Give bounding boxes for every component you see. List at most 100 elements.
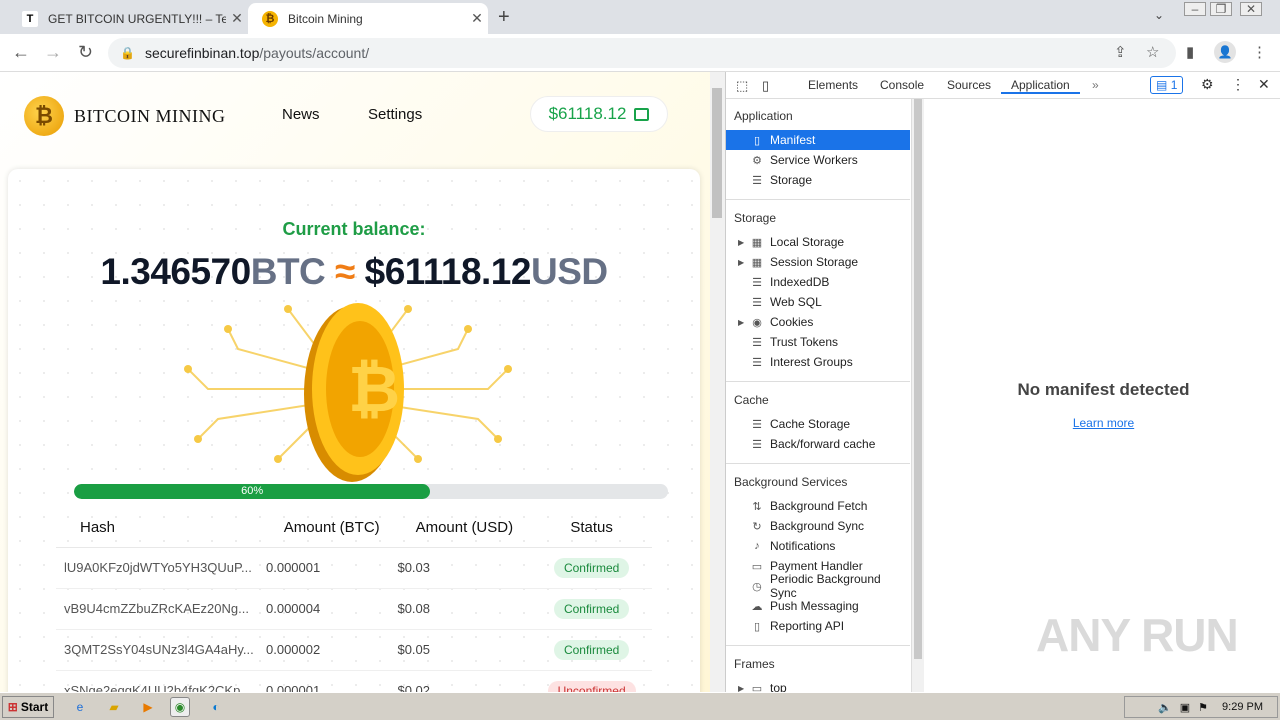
scrollbar-thumb[interactable] (712, 88, 722, 218)
tab-telegram[interactable]: T GET BITCOIN URGENTLY!!! – Telegra ✕ (8, 3, 248, 34)
sidebar-item-web-sql[interactable]: ☰ Web SQL (726, 292, 910, 312)
windows-taskbar: ⊞ Start e ▰ ▶ ◉ ◐ 🔈 ▣ ⚑ 9:29 PM (0, 692, 1280, 720)
expand-triangle-icon[interactable]: ▶ (738, 258, 744, 267)
start-label: Start (20, 700, 49, 714)
settings-gear-icon[interactable]: ⚙ (1201, 76, 1214, 93)
close-devtools-icon[interactable]: ✕ (1258, 76, 1270, 93)
btc-unit: BTC (250, 251, 326, 292)
section-background-services: Background Services (734, 475, 848, 489)
lock-icon[interactable]: 🔒 (120, 46, 135, 60)
sidebar-item-cache-storage[interactable]: ☰ Cache Storage (726, 414, 910, 434)
sidebar-item-periodic-background-sync[interactable]: ◷ Periodic Background Sync (726, 572, 910, 600)
sidebar-scrollbar[interactable] (912, 99, 924, 692)
tab-elements[interactable]: Elements (808, 78, 858, 92)
share-icon[interactable]: ⇪ (1114, 43, 1127, 61)
cloud-icon: ☁ (751, 600, 763, 613)
edge-icon[interactable]: ◐ (206, 697, 226, 717)
table-row: vB9U4cmZZbuZRcKAEz20Ng... 0.000004 $0.08… (56, 588, 652, 630)
minimize-window-icon[interactable]: – (1184, 2, 1206, 16)
table-header-row: Hash Amount (BTC) Amount (USD) Status (56, 509, 652, 548)
sidebar-item-background-fetch[interactable]: ⇅ Background Fetch (726, 496, 910, 516)
issues-count: 1 (1170, 78, 1178, 92)
tab-bitcoin-mining[interactable]: ₿ Bitcoin Mining ✕ (248, 3, 488, 34)
devtools-menu-icon[interactable]: ⋮ (1231, 76, 1245, 93)
forward-arrow-icon[interactable]: → (44, 42, 62, 63)
gear-icon: ⚙ (752, 154, 762, 167)
address-bar[interactable]: 🔒 securefinbinan.top/payouts/account/ (108, 38, 1176, 68)
media-player-icon[interactable]: ▶ (138, 697, 158, 717)
hash-cell: xSNqe2eqgK4UU2b4fgK2CKp... (56, 670, 266, 692)
tab-application[interactable]: Application (1001, 78, 1080, 94)
tab-console[interactable]: Console (880, 78, 924, 92)
database-icon: ☰ (752, 336, 762, 349)
sidebar-item-label: top (770, 681, 787, 692)
nav-news-link[interactable]: News (282, 106, 320, 123)
sidebar-item-push-messaging[interactable]: ☁ Push Messaging (726, 596, 910, 616)
network-icon[interactable]: ▣ (1180, 701, 1190, 714)
sidebar-item-label: IndexedDB (770, 275, 830, 289)
sidebar-item-indexeddb[interactable]: ☰ IndexedDB (726, 272, 910, 292)
balance-display: 1.346570BTC ≈ $61118.12USD (8, 251, 700, 293)
sidebar-item-trust-tokens[interactable]: ☰ Trust Tokens (726, 332, 910, 352)
header-balance-button[interactable]: $61118.12 (530, 96, 668, 132)
bitcoin-logo-icon: ₿ (24, 96, 64, 136)
profile-avatar-icon[interactable]: 👤 (1214, 41, 1236, 63)
progress-fill: 60% (74, 484, 431, 499)
volume-icon[interactable]: 🔈 (1158, 701, 1172, 714)
usd-cell: $0.05 (397, 629, 532, 671)
sidebar-item-cookies[interactable]: ▶ ◉ Cookies (726, 312, 910, 332)
expand-triangle-icon[interactable]: ▶ (738, 684, 744, 693)
sidebar-item-frame-top[interactable]: ▶ ▭ top (726, 678, 910, 692)
usd-unit: USD (530, 251, 608, 292)
start-button[interactable]: ⊞ Start (2, 696, 54, 718)
bookmark-star-icon[interactable]: ☆ (1146, 43, 1159, 61)
usd-cell: $0.02 (397, 670, 532, 692)
sidebar-item-reporting-api[interactable]: ▯ Reporting API (726, 616, 910, 636)
bell-icon: ♪ (754, 540, 760, 552)
tab-search-chevron-icon[interactable]: ⌄ (1154, 8, 1164, 22)
side-panel-icon[interactable]: ▮ (1186, 43, 1194, 61)
sidebar-item-service-workers[interactable]: ⚙ Service Workers (726, 150, 910, 170)
nav-settings-link[interactable]: Settings (368, 106, 422, 123)
sidebar-item-back-forward-cache[interactable]: ☰ Back/forward cache (726, 434, 910, 454)
page-scrollbar[interactable] (710, 72, 725, 692)
expand-triangle-icon[interactable]: ▶ (738, 238, 744, 247)
close-tab-icon[interactable]: ✕ (226, 10, 248, 27)
tab-title: GET BITCOIN URGENTLY!!! – Telegra (48, 11, 226, 26)
sidebar-item-label: Background Sync (770, 519, 865, 533)
sidebar-item-local-storage[interactable]: ▶ ▦ Local Storage (726, 232, 910, 252)
scrollbar-thumb[interactable] (914, 99, 922, 659)
internet-explorer-icon[interactable]: e (70, 697, 90, 717)
flag-icon[interactable]: ⚑ (1198, 701, 1208, 714)
hash-cell: lU9A0KFz0jdWTYo5YH3QUuP... (56, 547, 266, 589)
brand-name: BITCOIN MINING (74, 105, 226, 126)
section-storage: Storage (734, 211, 777, 225)
expand-triangle-icon[interactable]: ▶ (738, 318, 744, 327)
sidebar-item-interest-groups[interactable]: ☰ Interest Groups (726, 352, 910, 372)
tab-sources[interactable]: Sources (947, 78, 991, 92)
learn-more-link[interactable]: Learn more (926, 416, 1280, 430)
inspect-element-icon[interactable]: ⬚ (736, 78, 748, 94)
reload-icon[interactable]: ↻ (78, 42, 93, 63)
close-tab-icon[interactable]: ✕ (466, 10, 488, 27)
close-window-icon[interactable]: ✕ (1240, 2, 1262, 16)
sidebar-item-manifest[interactable]: ▯ Manifest (726, 130, 910, 150)
sidebar-item-label: Storage (770, 173, 813, 187)
browser-menu-icon[interactable]: ⋮ (1252, 43, 1267, 61)
back-arrow-icon[interactable]: ← (12, 42, 30, 63)
sidebar-item-notifications[interactable]: ♪ Notifications (726, 536, 910, 556)
device-toolbar-icon[interactable]: ▯ (762, 78, 769, 94)
restore-window-icon[interactable]: ❐ (1210, 2, 1232, 16)
file-explorer-icon[interactable]: ▰ (104, 697, 124, 717)
status-badge: Unconfirmed (547, 680, 636, 692)
sidebar-item-session-storage[interactable]: ▶ ▦ Session Storage (726, 252, 910, 272)
site-logo[interactable]: ₿ BITCOIN MINING (24, 96, 225, 136)
more-tabs-icon[interactable]: » (1092, 78, 1099, 92)
file-icon: ▯ (753, 134, 761, 147)
chrome-icon[interactable]: ◉ (170, 697, 190, 717)
sidebar-item-background-sync[interactable]: ↻ Background Sync (726, 516, 910, 536)
new-tab-button[interactable]: + (498, 6, 510, 29)
clock[interactable]: 9:29 PM (1222, 701, 1263, 713)
sidebar-item-storage[interactable]: ☰ Storage (726, 170, 910, 190)
issues-counter[interactable]: ▤ 1 (1150, 76, 1184, 94)
